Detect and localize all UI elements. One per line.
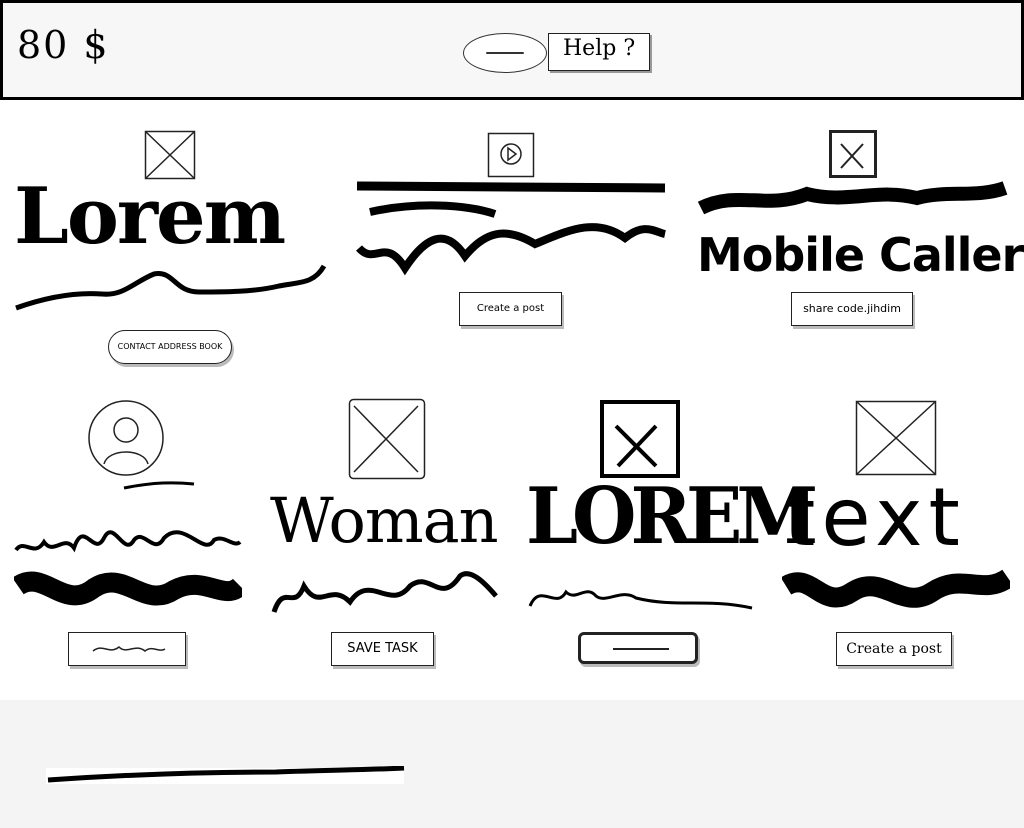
oval-button[interactable] <box>463 33 547 73</box>
placeholder-line <box>486 52 524 54</box>
card-title: Lorem <box>14 171 286 262</box>
text-squiggle <box>528 589 753 610</box>
card-title: Woman <box>270 484 499 557</box>
contact-address-book-button[interactable]: CONTACT ADDRESS BOOK <box>108 330 232 364</box>
text-squiggle <box>782 569 1010 608</box>
footer-text-squiggle <box>46 766 405 784</box>
price-label: 80 $ <box>17 23 110 67</box>
placeholder-line <box>613 648 669 650</box>
text-squiggle <box>356 181 667 276</box>
create-post-button[interactable]: Create a post <box>836 632 952 666</box>
text-squiggle <box>271 571 498 613</box>
share-code-button[interactable]: share code.jihdim <box>791 292 913 326</box>
image-placeholder-icon <box>348 398 426 480</box>
play-icon <box>487 132 535 178</box>
save-task-button[interactable]: SAVE TASK <box>331 632 434 666</box>
placeholder-squiggle <box>92 645 166 652</box>
card-title: text <box>784 471 966 564</box>
image-placeholder-icon <box>829 130 877 178</box>
card-title: LOREM <box>526 471 818 563</box>
placeholder-button[interactable] <box>578 632 698 664</box>
text-squiggle <box>15 264 326 311</box>
create-post-button[interactable]: Create a post <box>459 292 562 326</box>
top-bar: 80 $ Help ? <box>0 0 1024 100</box>
text-squiggle <box>14 481 242 606</box>
text-squiggle <box>697 181 1008 215</box>
footer <box>0 700 1024 828</box>
card-title: Mobile Caller <box>697 228 1024 282</box>
image-placeholder-icon <box>855 400 937 476</box>
image-placeholder-icon <box>600 400 680 478</box>
avatar-icon <box>86 398 170 482</box>
help-button[interactable]: Help ? <box>548 33 650 71</box>
squiggle-button[interactable] <box>68 632 186 666</box>
